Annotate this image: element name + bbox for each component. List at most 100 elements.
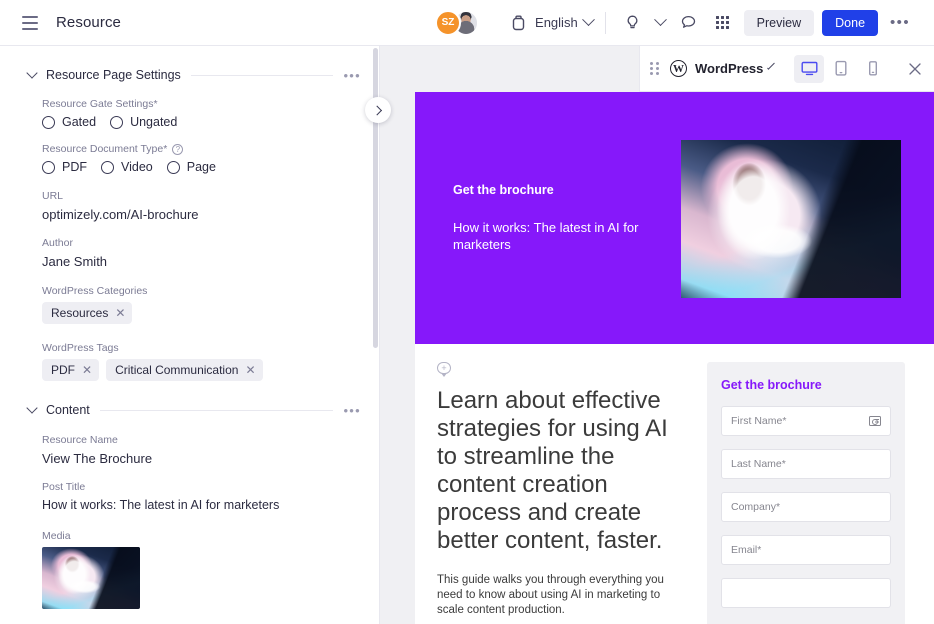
field-label: Resource Gate Settings* [42,98,361,110]
radio-label: Page [187,160,216,174]
radio-group-doc-type: PDF Video Page [42,160,361,174]
chevron-down-icon[interactable] [26,402,37,413]
field-url: URL optimizely.com/AI-brochure [24,190,361,222]
chevron-right-icon [372,105,382,115]
field-label: Author [42,237,361,249]
field-post-title: Post Title How it works: The latest in A… [24,481,361,512]
field-placeholder: First Name* [731,415,786,427]
company-field[interactable]: Company* [721,492,891,522]
field-label: URL [42,190,361,202]
help-icon[interactable]: ? [172,144,183,155]
section-header-resource-page-settings[interactable]: Resource Page Settings ••• [24,46,361,86]
radio-group-gate: Gated Ungated [42,115,361,129]
section-rule [100,410,334,411]
done-button[interactable]: Done [822,10,878,36]
chip-critical-communication[interactable]: Critical Communication ✕ [106,359,262,381]
field-label: Resource Name [42,434,361,446]
radio-option-video[interactable]: Video [101,160,153,174]
scrollbar-thumb[interactable] [373,48,378,348]
field-label-text: Resource Document Type* [42,143,167,155]
more-options-button[interactable]: ••• [878,15,920,30]
last-name-field[interactable]: Last Name* [721,449,891,479]
field-resource-name: Resource Name View The Brochure [24,434,361,466]
radio-option-gated[interactable]: Gated [42,115,96,129]
app-root: Resource SZ English [0,0,934,624]
preview-page-canvas: Get the brochure How it works: The lates… [415,92,934,624]
chip-resources[interactable]: Resources ✕ [42,302,132,324]
battery-icon[interactable] [501,7,535,39]
chip-label: Resources [51,306,108,320]
chip-pdf[interactable]: PDF ✕ [42,359,99,381]
field-wordpress-categories: WordPress Categories Resources ✕ [24,285,361,324]
avatar-group[interactable]: SZ [435,10,479,36]
lead-gen-form: Get the brochure First Name* Last Name* … [707,362,905,624]
preview-toolbar: W WordPress [639,46,934,92]
section-menu-button[interactable]: ••• [343,404,361,417]
field-resource-document-type: Resource Document Type* ? PDF Video Page [24,143,361,174]
device-mobile-button[interactable] [858,55,888,83]
radio-circle-icon [101,161,114,174]
chip-remove-icon[interactable]: ✕ [82,364,92,376]
hero-text-block: Get the brochure How it works: The lates… [415,183,665,253]
resource-name-value[interactable]: View The Brochure [42,451,361,466]
radio-label: Ungated [130,115,177,129]
close-icon[interactable] [908,59,922,79]
chip-remove-icon[interactable]: ✕ [245,364,255,376]
radio-circle-icon [42,161,55,174]
field-author: Author Jane Smith [24,237,361,269]
settings-panel-scrollbar[interactable] [373,46,378,624]
expand-panel-chevron[interactable] [365,97,391,123]
chip-list-categories: Resources ✕ [42,302,361,324]
device-desktop-button[interactable] [794,55,824,83]
add-comment-icon[interactable]: + [437,362,451,374]
lightbulb-dropdown-icon[interactable] [650,7,672,39]
list-menu-icon[interactable] [22,16,38,30]
language-selector[interactable]: English [535,15,593,30]
drag-dots-icon[interactable] [650,62,659,75]
settings-panel: Resource Page Settings ••• Resource Gate… [0,46,380,624]
section-menu-button[interactable]: ••• [343,69,361,82]
radio-option-page[interactable]: Page [167,160,216,174]
device-tablet-button[interactable] [826,55,856,83]
lightbulb-icon[interactable] [616,7,650,39]
avatar-initials[interactable]: SZ [435,10,461,36]
url-value[interactable]: optimizely.com/AI-brochure [42,207,361,222]
post-title-value[interactable]: How it works: The latest in AI for marke… [42,498,361,512]
page-body-text: + Learn about effective strategies for u… [415,362,690,624]
media-thumbnail[interactable] [42,547,140,609]
first-name-field[interactable]: First Name* [721,406,891,436]
radio-label: Gated [62,115,96,129]
top-bar-left: Resource [0,14,121,31]
chip-label: Critical Communication [115,363,238,377]
form-title: Get the brochure [721,378,891,392]
radio-option-pdf[interactable]: PDF [42,160,87,174]
body-paragraph: This guide walks you through everything … [437,573,690,618]
hero-headline: How it works: The latest in AI for marke… [453,219,665,253]
preview-button[interactable]: Preview [744,10,814,36]
author-value[interactable]: Jane Smith [42,254,361,269]
radio-circle-icon [42,116,55,129]
robotic-hand-image [42,547,140,609]
chip-list-tags: PDF ✕ Critical Communication ✕ [42,359,361,381]
field-label: Post Title [42,481,361,493]
preview-pane: W WordPress [380,46,934,624]
chevron-down-icon [582,13,595,26]
additional-field[interactable] [721,578,891,608]
field-placeholder: Company* [731,501,780,513]
radio-label: Video [121,160,153,174]
section-header-content[interactable]: Content ••• [24,381,361,421]
page-body: + Learn about effective strategies for u… [415,344,934,624]
radio-circle-icon [167,161,180,174]
radio-option-ungated[interactable]: Ungated [110,115,177,129]
field-label: Resource Document Type* ? [42,143,361,155]
chevron-down-icon[interactable] [767,62,774,69]
contact-card-icon[interactable] [869,416,881,426]
comment-icon[interactable] [672,7,706,39]
chevron-down-icon[interactable] [26,67,37,78]
chip-remove-icon[interactable]: ✕ [115,307,125,319]
email-field[interactable]: Email* [721,535,891,565]
radio-circle-icon [110,116,123,129]
field-placeholder: Last Name* [731,458,786,470]
apps-grid-icon[interactable] [706,7,740,39]
top-bar: Resource SZ English [0,0,934,46]
